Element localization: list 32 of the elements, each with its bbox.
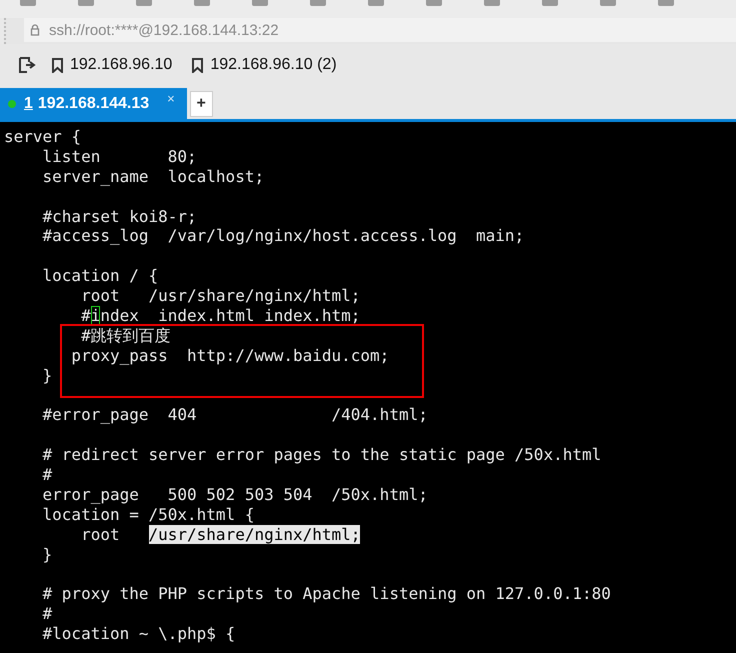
- terminal-line: #location ~ \.php$ {: [42, 624, 236, 644]
- terminal-line: location / {: [42, 266, 160, 286]
- terminal-line: #access_log /var/log/nginx/host.access.log main;: [42, 226, 526, 246]
- terminal-line: #error_page 404 /404.html;: [42, 405, 429, 426]
- selected-text: /usr/share/nginx/html;: [148, 524, 360, 544]
- lock-icon: [30, 24, 40, 36]
- terminal-line: root /usr/share/nginx/html;: [80, 524, 362, 545]
- terminal-line: }: [42, 544, 54, 565]
- terminal-line: root /usr/share/nginx/html;: [80, 286, 362, 306]
- address-text: ssh://root:****@192.168.144.13:22: [49, 22, 279, 38]
- terminal-line: listen 80;: [42, 146, 198, 167]
- terminal-line: #跳转到百度: [80, 326, 172, 346]
- session-tab[interactable]: 1 192.168.144.13 ×: [0, 88, 187, 119]
- terminal-line: proxy_pass http://www.baidu.com;: [70, 346, 390, 366]
- text-cursor: i: [90, 306, 100, 326]
- bookmark-link[interactable]: 192.168.96.10 (2): [192, 56, 337, 74]
- bookmark-link[interactable]: 192.168.96.10: [52, 56, 172, 74]
- connect-arrow-icon[interactable]: [18, 56, 38, 74]
- terminal-line: #charset koi8-r;: [42, 206, 198, 226]
- terminal-line: #index index.html index.htm;: [80, 306, 362, 326]
- terminal-line: #: [42, 465, 54, 486]
- terminal-line: server_name localhost;: [42, 166, 266, 187]
- new-tab-button[interactable]: +: [190, 91, 213, 117]
- terminal-line: #: [42, 604, 54, 624]
- terminal-line: server {: [4, 127, 82, 147]
- bookmark-icon: [52, 58, 63, 72]
- terminal-line: location = /50x.html {: [42, 504, 256, 525]
- terminal-line: error_page 500 502 503 504 /50x.html;: [42, 485, 429, 505]
- terminal-line: # redirect server error pages to the static page /50x.html: [42, 445, 602, 466]
- bookmark-icon: [192, 58, 204, 72]
- terminal-line: }: [42, 366, 54, 386]
- terminal-line: # proxy the PHP scripts to Apache listening on 127.0.0.1:80: [42, 584, 612, 604]
